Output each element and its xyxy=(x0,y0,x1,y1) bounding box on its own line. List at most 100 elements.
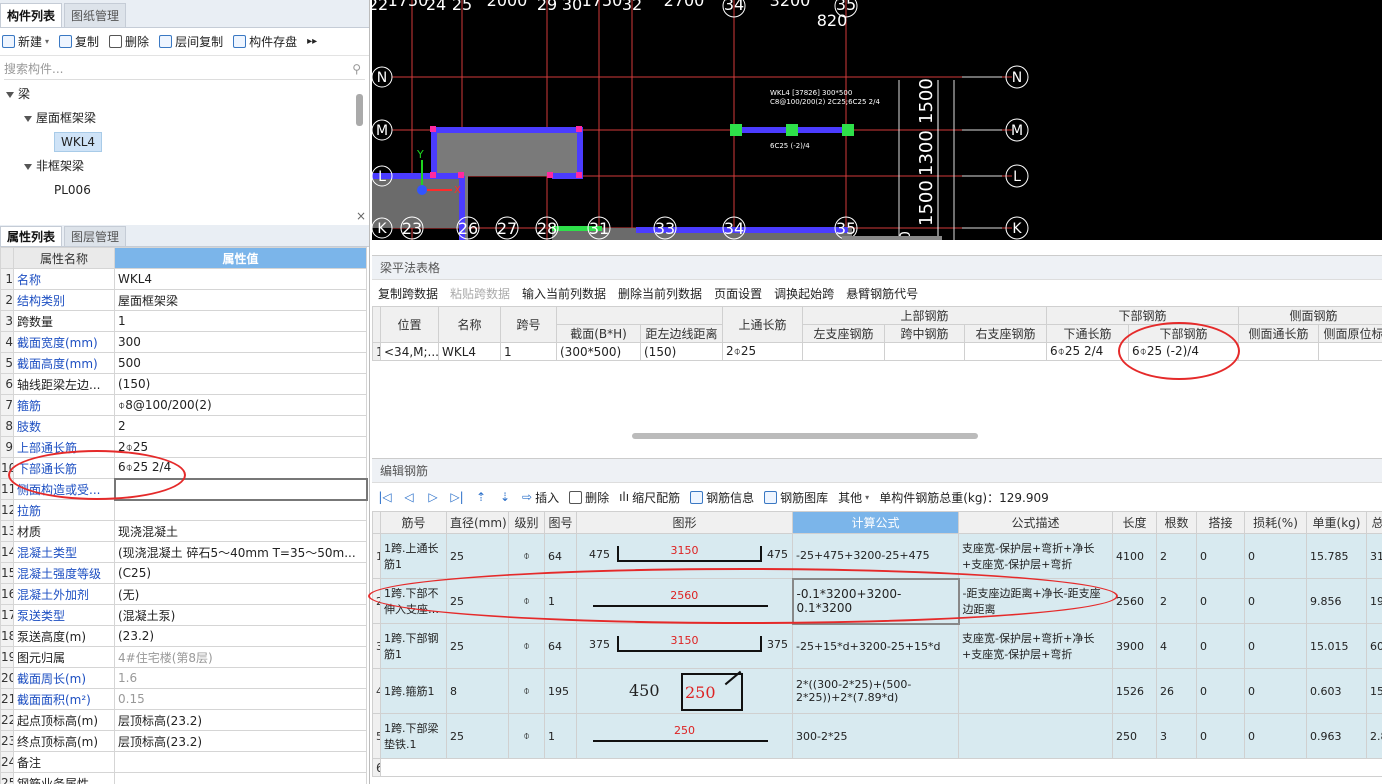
grade-cell[interactable]: ⌽ xyxy=(508,578,545,624)
total-cell[interactable]: 19. xyxy=(1366,578,1382,624)
first-record-icon[interactable]: |◁ xyxy=(378,490,392,504)
diameter-cell[interactable]: 25 xyxy=(446,623,509,669)
tab-component-list[interactable]: 构件列表 xyxy=(0,3,63,27)
cantilever-code-button[interactable]: 悬臂钢筋代号 xyxy=(846,285,918,302)
property-value[interactable]: 6⌽25 2/4 xyxy=(114,457,367,479)
property-row[interactable]: 5 截面高度(mm) 500 xyxy=(0,352,367,374)
property-value[interactable]: 4#住宅楼(第8层) xyxy=(114,646,367,668)
lap-cell[interactable]: 0 xyxy=(1196,668,1245,714)
formula-desc-cell[interactable]: 支座宽-保护层+弯折+净长+支座宽-保护层+弯折 xyxy=(958,623,1113,669)
shape-cell[interactable]: 375 3150 375 xyxy=(576,623,793,669)
shape-cell[interactable]: 450 250 xyxy=(576,668,793,714)
property-value[interactable] xyxy=(113,477,368,501)
floor-copy-button[interactable]: 层间复制 xyxy=(159,33,223,50)
bar-name-cell[interactable]: 1跨.下部不伸入支座… xyxy=(380,578,447,624)
last-record-icon[interactable]: ▷| xyxy=(450,490,464,504)
length-cell[interactable]: 1526 xyxy=(1112,668,1157,714)
rebar-row[interactable]: 31跨.下部钢筋125⌽643753150375-25+15*d+3200-25… xyxy=(372,623,1382,669)
property-value[interactable]: (现浇混凝土 碎石5～40mm T=35～50m... xyxy=(114,541,367,563)
property-row[interactable]: 11侧面构造或受... xyxy=(0,477,368,501)
collapse-icon[interactable] xyxy=(24,115,32,122)
formula-cell[interactable]: -25+475+3200-25+475 xyxy=(792,533,959,579)
collapse-icon[interactable] xyxy=(24,163,32,170)
tab-drawing-management[interactable]: 图纸管理 xyxy=(64,3,127,27)
unit-weight-cell[interactable]: 9.856 xyxy=(1306,578,1367,624)
property-value[interactable] xyxy=(114,772,367,784)
move-down-icon[interactable]: ⇣ xyxy=(498,490,512,504)
property-value[interactable] xyxy=(114,499,367,521)
rebar-library-button[interactable]: 钢筋图库 xyxy=(764,489,828,506)
property-row[interactable]: 8 肢数 2 xyxy=(0,415,367,437)
formula-desc-cell[interactable]: 支座宽-保护层+弯折+净长+支座宽-保护层+弯折 xyxy=(958,533,1113,579)
property-row[interactable]: 10下部通长筋6⌽25 2/4 xyxy=(0,457,367,479)
shape-cell[interactable]: 250 xyxy=(576,713,793,759)
property-value[interactable]: 0.15 xyxy=(114,688,367,710)
tree-scrollbar[interactable] xyxy=(356,94,363,126)
search-input[interactable]: 搜索构件... xyxy=(4,60,352,77)
property-row[interactable]: 3 跨数量 1 xyxy=(0,310,367,332)
figure-cell[interactable]: 64 xyxy=(544,623,577,669)
save-component-button[interactable]: 构件存盘 xyxy=(233,33,297,50)
property-row[interactable]: 19图元归属4#住宅楼(第8层) xyxy=(0,646,367,668)
lap-cell[interactable]: 0 xyxy=(1196,578,1245,624)
property-row[interactable]: 7 箍筋 ⌽8@100/200(2) xyxy=(0,394,367,416)
figure-cell[interactable]: 195 xyxy=(544,668,577,714)
unit-weight-cell[interactable]: 15.015 xyxy=(1306,623,1367,669)
tree-node-wkl4[interactable]: WKL4 xyxy=(6,130,369,154)
property-value[interactable]: (23.2) xyxy=(114,625,367,647)
length-cell[interactable]: 250 xyxy=(1112,713,1157,759)
tree-node-non-frame-beam[interactable]: 非框架梁 xyxy=(6,154,369,178)
table-row[interactable]: 1 <34,M;... WKL4 1 (300*500) (150) 2⌽25 … xyxy=(372,342,1382,361)
shape-cell[interactable]: 2560 xyxy=(576,578,793,624)
lap-cell[interactable]: 0 xyxy=(1196,623,1245,669)
cad-drawing-canvas[interactable]: WKL4 [37826] 300*500 C8@100/200(2) 2C25;… xyxy=(372,0,1382,240)
property-row[interactable]: 16混凝土外加剂(无) xyxy=(0,583,367,605)
delete-button[interactable]: 删除 xyxy=(109,33,149,50)
length-cell[interactable]: 3900 xyxy=(1112,623,1157,669)
grade-cell[interactable]: ⌽ xyxy=(508,713,545,759)
grade-cell[interactable]: ⌽ xyxy=(508,623,545,669)
grade-cell[interactable]: ⌽ xyxy=(508,668,545,714)
rebar-info-button[interactable]: 钢筋信息 xyxy=(690,489,754,506)
bar-name-cell[interactable]: 1跨.下部钢筋1 xyxy=(380,623,447,669)
insert-button[interactable]: ⇨ 插入 xyxy=(522,489,559,506)
property-value[interactable]: 1 xyxy=(114,310,367,332)
property-value[interactable]: 现浇混凝土 xyxy=(114,520,367,542)
search-icon[interactable]: ⚲ xyxy=(352,62,361,76)
property-row[interactable]: 4 截面宽度(mm) 300 xyxy=(0,331,367,353)
formula-cell[interactable]: 300-2*25 xyxy=(792,713,959,759)
property-value[interactable]: 屋面框架梁 xyxy=(114,289,367,311)
swap-start-span-button[interactable]: 调换起始跨 xyxy=(774,285,834,302)
total-cell[interactable]: 15. xyxy=(1366,668,1382,714)
property-row[interactable]: 23终点顶标高(m)层顶标高(23.2) xyxy=(0,730,367,752)
property-row[interactable]: 2 结构类别 屋面框架梁 xyxy=(0,289,367,311)
formula-cell[interactable]: 2*((300-2*25)+(500-2*25))+2*(7.89*d) xyxy=(792,668,959,714)
property-row[interactable]: 12拉筋 xyxy=(0,499,367,521)
other-dropdown[interactable]: 其他 ▾ xyxy=(838,489,869,506)
lap-cell[interactable]: 0 xyxy=(1196,713,1245,759)
unit-weight-cell[interactable]: 0.963 xyxy=(1306,713,1367,759)
diameter-cell[interactable]: 25 xyxy=(446,578,509,624)
property-value[interactable]: 2⌽25 xyxy=(114,436,367,458)
count-cell[interactable]: 2 xyxy=(1156,533,1197,579)
scale-rebar-button[interactable]: ılı 缩尺配筋 xyxy=(619,489,680,506)
formula-desc-cell[interactable] xyxy=(958,713,1113,759)
close-icon[interactable]: × xyxy=(356,209,366,223)
rebar-row[interactable]: 2 1跨.下部不伸入支座…25⌽1 2560 -0.1*3200+3200-0.1*3… xyxy=(372,577,1382,625)
shape-cell[interactable]: 475 3150 475 xyxy=(576,533,793,579)
count-cell[interactable]: 2 xyxy=(1156,578,1197,624)
bar-name-cell[interactable]: 1跨.下部梁垫铁.1 xyxy=(380,713,447,759)
length-cell[interactable]: 4100 xyxy=(1112,533,1157,579)
prev-record-icon[interactable]: ◁ xyxy=(402,490,416,504)
property-value[interactable]: ⌽8@100/200(2) xyxy=(114,394,367,416)
copy-span-data-button[interactable]: 复制跨数据 xyxy=(378,285,438,302)
property-row[interactable]: 24备注 xyxy=(0,751,367,773)
property-row[interactable]: 17泵送类型(混凝土泵) xyxy=(0,604,367,626)
property-row[interactable]: 9 上部通长筋 2⌽25 xyxy=(0,436,367,458)
rebar-row[interactable]: 41跨.箍筋18⌽1954502502*((300-2*25)+(500-2*2… xyxy=(372,668,1382,714)
move-up-icon[interactable]: ⇡ xyxy=(474,490,488,504)
property-row[interactable]: 13材质现浇混凝土 xyxy=(0,520,367,542)
property-value[interactable]: (混凝土泵) xyxy=(114,604,367,626)
diameter-cell[interactable]: 25 xyxy=(446,713,509,759)
property-value[interactable]: 层顶标高(23.2) xyxy=(114,709,367,731)
